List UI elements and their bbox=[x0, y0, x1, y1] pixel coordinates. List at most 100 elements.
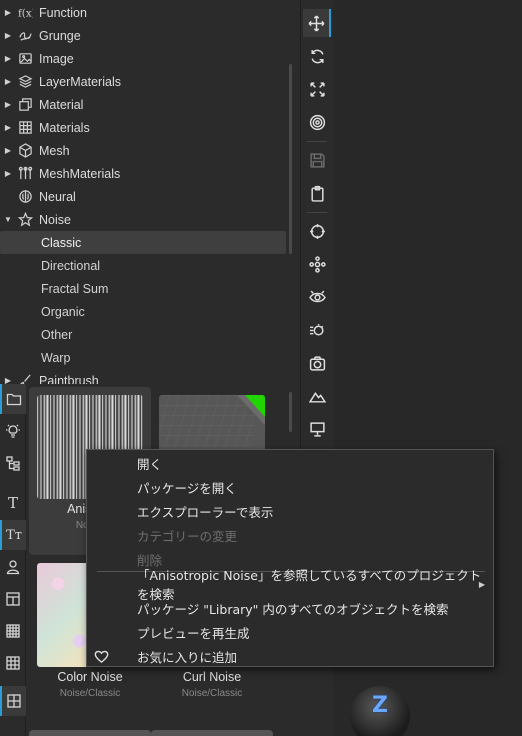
expand-arrow-icon[interactable]: ▶ bbox=[0, 31, 16, 40]
move-tool-button[interactable] bbox=[303, 9, 331, 37]
tree-item-image[interactable]: ▶ Image bbox=[0, 47, 286, 70]
tree-item-neural[interactable]: Neural bbox=[0, 185, 286, 208]
tree-item-label: Fractal Sum bbox=[41, 281, 109, 296]
submenu-arrow-icon: ▶ bbox=[478, 579, 485, 589]
expand-arrow-icon[interactable]: ▶ bbox=[0, 146, 16, 155]
eye-icon bbox=[308, 290, 326, 302]
menu-item-show-in-explorer[interactable]: エクスプローラーで表示 bbox=[87, 499, 493, 523]
camera-icon bbox=[309, 355, 325, 371]
visibility-button[interactable] bbox=[303, 283, 331, 311]
checker-icon bbox=[6, 624, 20, 638]
tree-item-layermaterials[interactable]: ▶ LayerMaterials bbox=[0, 70, 286, 93]
person-icon bbox=[6, 560, 20, 575]
tree-item-directional[interactable]: Directional bbox=[0, 254, 286, 277]
tree-item-grunge[interactable]: ▶ Grunge bbox=[0, 24, 286, 47]
save-icon bbox=[309, 152, 325, 168]
menu-item-label: カテゴリーの変更 bbox=[137, 528, 238, 544]
expand-arrow-icon[interactable]: ▶ bbox=[0, 169, 16, 178]
image-icon bbox=[16, 51, 34, 67]
menu-item-label: 開く bbox=[137, 456, 163, 472]
tree-item-materials[interactable]: ▶ Materials bbox=[0, 116, 286, 139]
save-button[interactable] bbox=[303, 146, 331, 174]
library-scrollbar[interactable] bbox=[289, 392, 292, 432]
menu-item-label: プレビューを再生成 bbox=[137, 625, 250, 641]
menu-item-find-in-package[interactable]: パッケージ "Library" 内のすべてのオブジェクトを検索 bbox=[87, 596, 493, 620]
menu-item-change-category[interactable]: カテゴリーの変更 bbox=[87, 523, 493, 547]
crosshair-button[interactable] bbox=[303, 217, 331, 245]
tree-item-organic[interactable]: Organic bbox=[0, 300, 286, 323]
tree-item-function[interactable]: ▶ f(x) Function bbox=[0, 1, 286, 24]
menu-item-regenerate-preview[interactable]: プレビューを再生成 bbox=[87, 620, 493, 644]
heart-icon bbox=[93, 648, 109, 664]
text-icon: T bbox=[7, 494, 18, 512]
materials-icon bbox=[16, 120, 34, 136]
pivot-button[interactable] bbox=[303, 250, 331, 278]
display-icon bbox=[309, 421, 325, 437]
tree-scrollbar[interactable] bbox=[289, 64, 292, 254]
tree-item-paintbrush[interactable]: ▶ Paintbrush bbox=[0, 369, 286, 384]
menu-item-open-package[interactable]: パッケージを開く bbox=[87, 475, 493, 499]
scale-icon bbox=[309, 81, 325, 97]
tree-item-meshmaterials[interactable]: ▶ MeshMaterials bbox=[0, 162, 286, 185]
presentation-button[interactable] bbox=[303, 415, 331, 443]
toolbar-divider bbox=[307, 141, 327, 142]
expand-arrow-icon[interactable]: ▶ bbox=[0, 123, 16, 132]
tree-item-classic[interactable]: Classic bbox=[0, 231, 286, 254]
font-icon: Tт bbox=[6, 527, 22, 543]
rotate-tool-button[interactable] bbox=[303, 42, 331, 70]
filter-folder-button[interactable] bbox=[0, 384, 26, 414]
clipboard-button[interactable] bbox=[303, 179, 331, 207]
target-tool-button[interactable] bbox=[303, 108, 331, 136]
filter-text-button[interactable]: T bbox=[0, 488, 26, 518]
tree-item-label: Paintbrush bbox=[39, 373, 99, 385]
tree-item-material[interactable]: ▶ Material bbox=[0, 93, 286, 116]
filter-font-button[interactable]: Tт bbox=[0, 520, 26, 550]
brain-icon bbox=[16, 189, 34, 205]
tree-item-mesh[interactable]: ▶ Mesh bbox=[0, 139, 286, 162]
environment-button[interactable] bbox=[303, 382, 331, 410]
tree-item-other[interactable]: Other bbox=[0, 323, 286, 346]
tree-item-warp[interactable]: Warp bbox=[0, 346, 286, 369]
move-icon bbox=[308, 15, 324, 31]
svg-text:f(x): f(x) bbox=[18, 7, 33, 19]
grunge-icon bbox=[16, 28, 34, 44]
expand-arrow-icon[interactable]: ▶ bbox=[0, 100, 16, 109]
filter-light-button[interactable] bbox=[0, 416, 26, 446]
expand-arrow-icon[interactable]: ▶ bbox=[0, 8, 16, 17]
paintbrush-icon bbox=[16, 373, 34, 384]
filter-person-button[interactable] bbox=[0, 552, 26, 582]
graph-icon bbox=[6, 456, 20, 471]
menu-item-add-to-favorites[interactable]: お気に入りに追加 bbox=[87, 644, 493, 668]
screenshot-button[interactable] bbox=[303, 349, 331, 377]
tree-item-label: Classic bbox=[41, 235, 82, 250]
menu-item-label: パッケージを開く bbox=[137, 480, 237, 496]
tree-item-label: Function bbox=[39, 5, 87, 20]
tree-item-label: Warp bbox=[41, 350, 71, 365]
cube-icon bbox=[16, 143, 34, 159]
tree-item-fractal-sum[interactable]: Fractal Sum bbox=[0, 277, 286, 300]
grid-icon bbox=[6, 656, 20, 670]
filter-graph-button[interactable] bbox=[0, 448, 26, 478]
tree-item-label: Organic bbox=[41, 304, 85, 319]
tree-item-noise[interactable]: ▼ Noise bbox=[0, 208, 286, 231]
tree-item-label: Image bbox=[39, 51, 74, 66]
expand-arrow-icon[interactable]: ▶ bbox=[0, 376, 16, 384]
filter-uv-button[interactable] bbox=[0, 686, 26, 716]
menu-item-find-referencing-projects[interactable]: 「Anisotropic Noise」を参照しているすべてのプロジェクトを検索 … bbox=[87, 568, 493, 602]
expand-arrow-icon[interactable]: ▶ bbox=[0, 54, 16, 63]
expand-arrow-icon[interactable]: ▶ bbox=[0, 77, 16, 86]
filter-checker-button[interactable] bbox=[0, 616, 26, 646]
axis-gizmo-z-icon[interactable]: Z bbox=[372, 693, 394, 719]
asset-name: Curl Noise bbox=[182, 670, 242, 684]
lighting-button[interactable] bbox=[303, 316, 331, 344]
menu-item-label: パッケージ "Library" 内のすべてのオブジェクトを検索 bbox=[137, 601, 449, 617]
collapse-arrow-icon[interactable]: ▼ bbox=[0, 215, 16, 224]
crosshair-icon bbox=[309, 223, 325, 239]
asset-card[interactable] bbox=[29, 730, 151, 736]
menu-item-open[interactable]: 開く bbox=[87, 451, 493, 475]
tree-item-label: Materials bbox=[39, 120, 90, 135]
scale-tool-button[interactable] bbox=[303, 75, 331, 103]
filter-table-button[interactable] bbox=[0, 584, 26, 614]
filter-grid-button[interactable] bbox=[0, 648, 26, 678]
asset-card[interactable] bbox=[151, 730, 273, 736]
